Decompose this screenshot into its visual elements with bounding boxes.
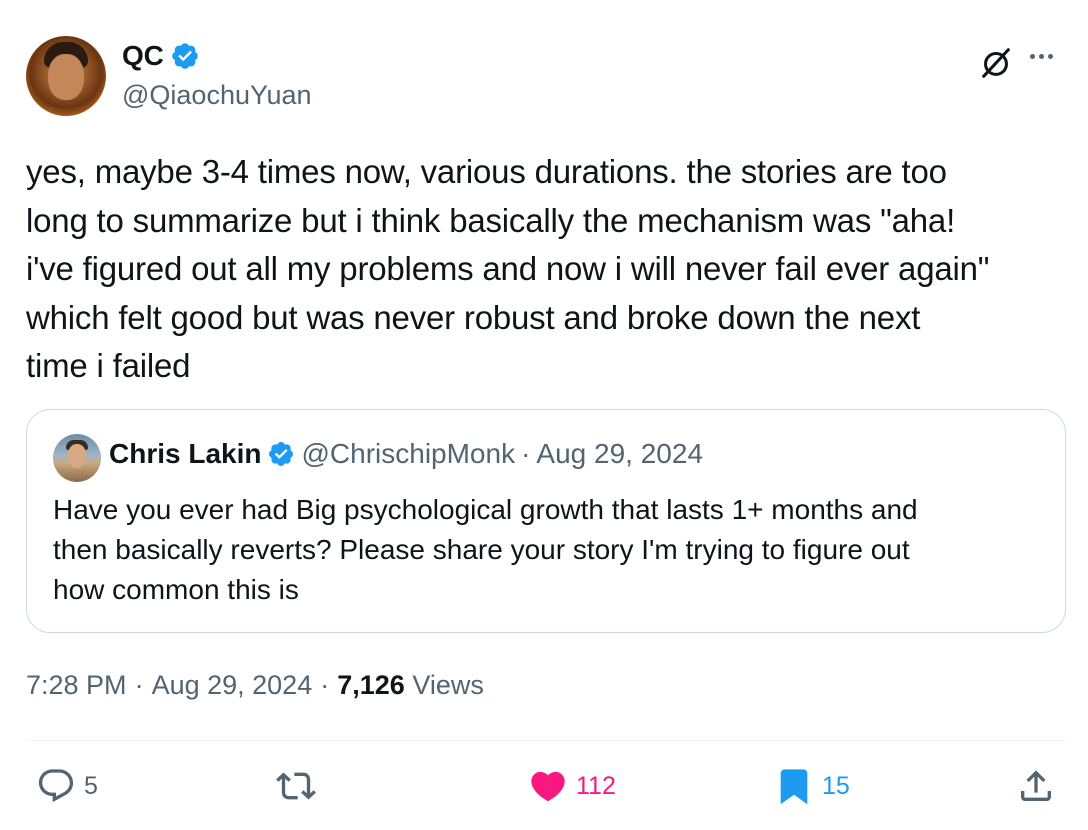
share-icon — [1021, 770, 1051, 801]
reply-count: 5 — [84, 771, 98, 800]
verified-badge-icon — [171, 43, 198, 69]
quote-author-handle[interactable]: @ChrischipMonk — [301, 438, 515, 470]
quote-separator: · — [521, 438, 531, 469]
meta-separator: · — [320, 670, 330, 700]
divider — [26, 740, 1066, 741]
author-name-row[interactable]: QC — [122, 40, 200, 72]
tweet-time[interactable]: 7:28 PM — [26, 670, 127, 701]
like-count: 112 — [576, 771, 616, 800]
reply-button[interactable]: 5 — [36, 766, 98, 806]
more-icon[interactable] — [1030, 44, 1064, 68]
bookmark-count: 15 — [822, 771, 850, 800]
meta-separator: · — [134, 670, 144, 700]
quote-date[interactable]: Aug 29, 2024 — [536, 438, 703, 470]
bookmark-icon — [780, 769, 808, 805]
tweet-date[interactable]: Aug 29, 2024 — [152, 670, 313, 701]
repost-icon — [276, 772, 316, 800]
reply-icon — [38, 769, 74, 803]
share-button[interactable] — [1016, 766, 1056, 806]
author-name[interactable]: QC — [122, 40, 164, 72]
tweet-text: yes, maybe 3-4 times now, various durati… — [26, 153, 990, 384]
views-count: 7,126 — [337, 670, 405, 700]
action-bar: 5 112 15 — [26, 766, 1066, 816]
repost-button[interactable] — [276, 766, 324, 806]
quote-author-name[interactable]: Chris Lakin — [109, 438, 261, 470]
verified-badge-icon — [269, 442, 294, 466]
quote-text: Have you ever had Big psychological grow… — [53, 494, 918, 605]
grok-icon[interactable] — [977, 44, 1015, 82]
author-avatar[interactable] — [26, 36, 106, 116]
tweet-meta: 7:28 PM · Aug 29, 2024 · 7,126 Views — [26, 670, 484, 701]
like-button[interactable]: 112 — [528, 766, 616, 806]
quote-author-avatar[interactable] — [53, 434, 101, 482]
bookmark-button[interactable]: 15 — [774, 766, 850, 806]
quote-tweet-card[interactable]: Chris Lakin @ChrischipMonk · Aug 29, 202… — [26, 409, 1066, 633]
views-label: Views — [412, 670, 484, 700]
heart-icon — [531, 771, 565, 802]
author-handle[interactable]: @QiaochuYuan — [122, 80, 312, 111]
quote-header: Chris Lakin @ChrischipMonk · Aug 29, 202… — [109, 438, 703, 470]
